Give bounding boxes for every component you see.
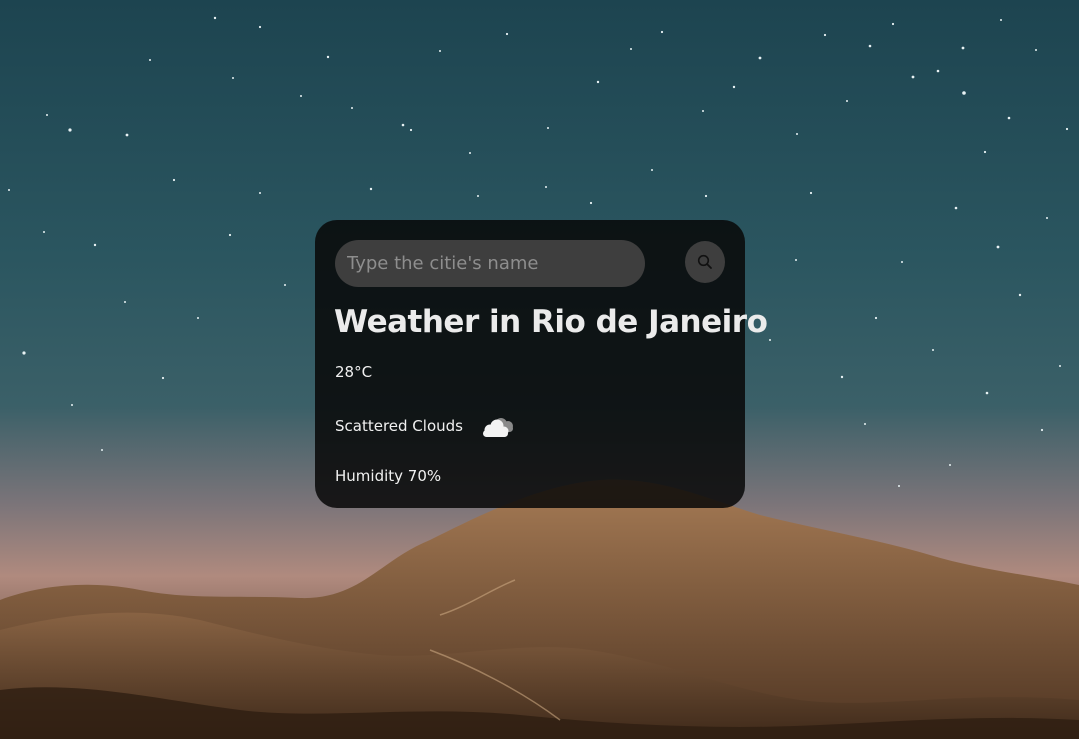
description-row: Scattered Clouds [335, 411, 517, 441]
temperature-value: 28°C [335, 363, 373, 381]
scattered-clouds-icon [482, 418, 513, 437]
city-search-input[interactable] [335, 240, 645, 287]
search-button[interactable] [685, 241, 725, 283]
weather-card: Weather in Rio de Janeiro 28°C Scattered… [315, 220, 768, 508]
weather-description: Scattered Clouds [335, 417, 463, 435]
search-icon [697, 254, 712, 269]
weather-title: Weather in Rio de Janeiro [334, 304, 768, 340]
humidity-value: Humidity 70% [335, 467, 442, 485]
